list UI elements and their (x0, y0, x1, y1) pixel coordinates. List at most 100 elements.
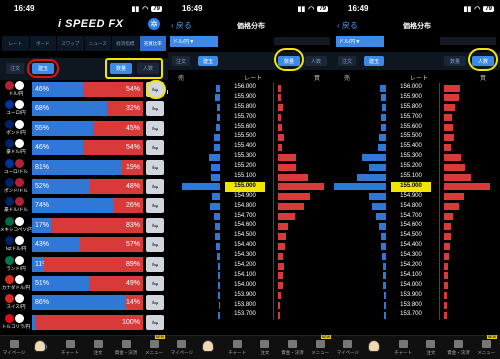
buy-bar (278, 124, 283, 132)
price-label: 154.400 (400, 242, 422, 249)
nav-menu[interactable]: メニュー NEW (306, 335, 334, 359)
flag-quote-icon (15, 158, 24, 168)
pair-row[interactable]: ドル/円 46% 54% ⇋ (0, 80, 168, 99)
pair-row[interactable]: ユーロ/ドル 81% 19% ⇋ (0, 158, 168, 177)
buy-bar (278, 163, 296, 171)
distribution-row: 153.900 (334, 290, 500, 301)
gridline (273, 122, 274, 133)
gridline (439, 201, 440, 212)
price-distribution-icon[interactable]: ⇋ (146, 256, 164, 272)
price-label: 154.600 (234, 222, 256, 229)
mode-quantity-button[interactable]: 数量 (444, 56, 466, 66)
price-distribution-icon[interactable]: ⇋ (146, 295, 164, 311)
price-label: 155.100 (400, 173, 422, 180)
buy-bar (444, 311, 448, 319)
gear-icon[interactable]: ✲ (148, 18, 160, 30)
pair-row[interactable]: 豪ドル/円 46% 54% ⇋ (0, 138, 168, 157)
nav-order[interactable]: 注文 (251, 336, 279, 359)
pair-row[interactable]: スイス/円 86% 14% ⇋ (0, 293, 168, 312)
buy-ratio: 46% (32, 82, 84, 97)
tab-position[interactable]: 建玉 (198, 56, 218, 66)
buy-bar (278, 183, 324, 191)
tab-order[interactable]: 注文 (338, 56, 356, 66)
sell-bar (217, 104, 220, 112)
buy-bar (278, 282, 284, 290)
price-label: 155.600 (234, 123, 256, 130)
mode-people-button[interactable]: 人数 (305, 56, 327, 66)
nav-mypage-icon (9, 339, 19, 348)
nav-chart[interactable]: チャート (223, 336, 251, 359)
nav-funds[interactable]: 資金・決済 (279, 336, 307, 359)
tab-4[interactable]: 経済指標 (112, 36, 139, 51)
nav-chart[interactable]: チャート (56, 336, 84, 359)
ratio-bar: 74% 26% (32, 198, 143, 214)
price-label: 153.900 (400, 291, 422, 298)
distribution-row: 155.900 (334, 92, 500, 103)
currency-flag-icon: 豪ドル/ドル (3, 197, 29, 215)
nav-mypage[interactable]: マイページ (0, 336, 28, 359)
tab-position[interactable]: 建玉 (364, 56, 384, 66)
tab-order[interactable]: 注文 (172, 56, 190, 66)
price-distribution-icon[interactable]: ⇋ (146, 275, 164, 291)
price-distribution-icon[interactable]: ⇋ (146, 314, 164, 330)
price-distribution-icon[interactable]: ⇋ (146, 237, 164, 253)
buy-ratio: 52% (32, 178, 90, 194)
tab-3[interactable]: ニュース (84, 36, 111, 51)
nav-funds[interactable]: 資金・決済 (445, 336, 473, 359)
pair-row[interactable]: カナダドル/円 51% 49% ⇋ (0, 274, 168, 293)
tab-0[interactable]: レート (2, 36, 29, 51)
pair-select[interactable]: ドル/円▼ (336, 36, 384, 47)
pair-name: NZドル/円 (5, 246, 27, 252)
pair-row[interactable]: メキシコペソ/円 17% 83% ⇋ (0, 216, 168, 235)
app-logo: i SPEED FX (58, 18, 124, 30)
gridline (439, 112, 440, 123)
gridline (273, 92, 274, 103)
tab-1[interactable]: ボード (29, 36, 56, 51)
status-time: 16:49 (14, 4, 35, 13)
tab-5[interactable]: 売買比率 (139, 36, 166, 51)
price-label: 155.300 (234, 153, 256, 160)
pair-row[interactable]: 豪ドル/ドル 74% 26% ⇋ (0, 196, 168, 215)
distribution-row: 155.300 (334, 152, 500, 163)
pair-row[interactable]: NZドル/円 43% 57% ⇋ (0, 235, 168, 254)
sub-select[interactable] (274, 37, 330, 45)
gridline (439, 310, 440, 321)
sell-bar (384, 292, 386, 300)
distribution-row: 153.700 (334, 310, 500, 321)
price-distribution-icon[interactable]: ⇋ (146, 178, 164, 194)
buy-bar (278, 104, 284, 112)
pair-select[interactable]: ドル/円▼ (170, 36, 218, 47)
price-label: 155.200 (234, 163, 256, 170)
sub-select[interactable] (440, 37, 496, 45)
price-label: 153.800 (234, 301, 256, 308)
pair-row[interactable]: ポンド/円 55% 45% ⇋ (0, 119, 168, 138)
pair-row[interactable]: トルコリラ/円0%100%⇋ (0, 313, 168, 332)
price-distribution-icon[interactable]: ⇋ (146, 101, 164, 117)
price-distribution-icon[interactable]: ⇋ (146, 140, 164, 156)
nav-mypage[interactable]: マイページ (334, 336, 362, 359)
buy-bar (444, 252, 450, 260)
nav-order[interactable]: 注文 (84, 336, 112, 359)
gridline (273, 102, 274, 113)
pair-row[interactable]: ランド/円 11% 89% ⇋ (0, 255, 168, 274)
price-label: 155.300 (400, 153, 422, 160)
tab-2[interactable]: スワップ (57, 36, 84, 51)
nav-mypage[interactable]: マイページ (168, 336, 196, 359)
nav-chart[interactable]: チャート (389, 336, 417, 359)
nav-funds[interactable]: 資金・決済 (112, 336, 140, 359)
nav-menu[interactable]: メニュー NEW (140, 335, 168, 359)
buy-bar (278, 203, 304, 211)
pair-row[interactable]: ユーロ/円 68% 32% ⇋ (0, 99, 168, 118)
price-distribution-icon[interactable]: ⇋ (146, 198, 164, 214)
tab-order[interactable]: 注文 (6, 63, 24, 74)
pair-row[interactable]: ポンド/ドル 52% 48% ⇋ (0, 177, 168, 196)
nav-menu[interactable]: メニュー NEW (472, 335, 500, 359)
nav-order[interactable]: 注文 (417, 336, 445, 359)
signal-icon: ▮▮ (463, 5, 472, 13)
price-distribution-icon[interactable]: ⇋ (146, 120, 164, 136)
price-label: 155.500 (234, 133, 256, 140)
price-distribution-icon[interactable]: ⇋ (146, 159, 164, 175)
current-price: 155.000 (225, 181, 265, 192)
buy-ratio: 51% (32, 275, 89, 291)
price-distribution-icon[interactable]: ⇋ (146, 217, 164, 233)
